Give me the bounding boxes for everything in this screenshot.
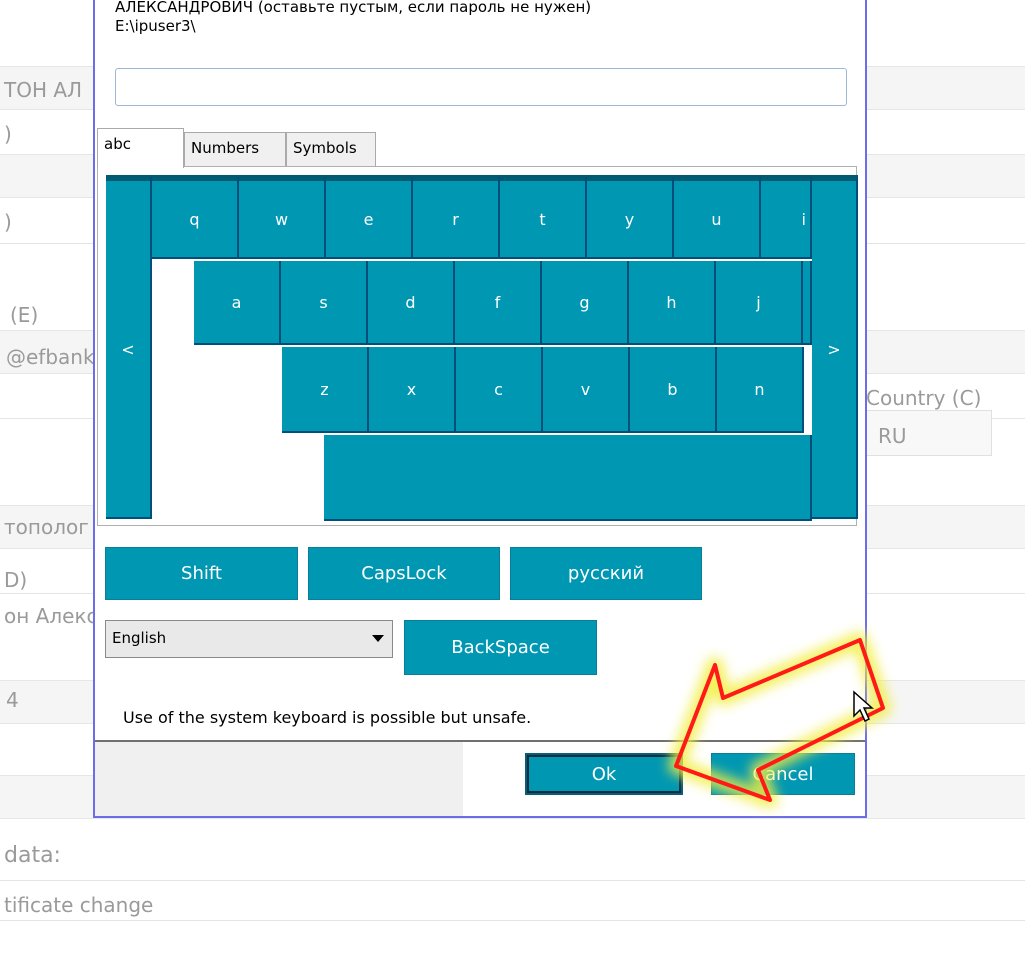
mouse-cursor-icon xyxy=(853,690,874,723)
divider xyxy=(0,920,1025,921)
prompt-line-1: АЛЕКСАНДРОВИЧ (оставьте пустым, если пар… xyxy=(115,0,592,16)
divider xyxy=(0,880,1025,881)
bg-field-label: ) xyxy=(4,210,12,234)
key-n[interactable]: n xyxy=(717,347,804,433)
tab-abc[interactable]: abc xyxy=(97,128,184,168)
tab-symbols[interactable]: Symbols xyxy=(286,132,376,168)
capslock-button[interactable]: CapsLock xyxy=(308,547,500,600)
key-z[interactable]: z xyxy=(282,347,369,433)
bg-field-value: он Алекс xyxy=(4,604,98,628)
chevron-down-icon xyxy=(372,635,384,642)
password-prompt: АЛЕКСАНДРОВИЧ (оставьте пустым, если пар… xyxy=(115,0,591,36)
virtual-keyboard-dialog: АЛЕКСАНДРОВИЧ (оставьте пустым, если пар… xyxy=(93,0,867,818)
backspace-button[interactable]: BackSpace xyxy=(404,620,597,675)
key-f[interactable]: f xyxy=(455,261,542,345)
key-v[interactable]: v xyxy=(543,347,630,433)
key-h[interactable]: h xyxy=(629,261,716,345)
system-keyboard-warning: Use of the system keyboard is possible b… xyxy=(123,708,532,727)
bg-field-value: tificate change xyxy=(4,893,154,917)
shift-button[interactable]: Shift xyxy=(105,547,298,600)
keyboard-panel: < > q w e r t y u i a s d f g h j z x c … xyxy=(97,166,858,526)
key-r[interactable]: r xyxy=(413,175,500,259)
key-d[interactable]: d xyxy=(368,261,455,345)
bg-field-value: тополог xyxy=(4,515,89,539)
country-label: Country (C) xyxy=(866,386,982,410)
key-x[interactable]: x xyxy=(369,347,456,433)
prompt-line-2: E:\ipuser3\ xyxy=(115,17,196,35)
bg-field-value: ТОН АЛ xyxy=(4,78,83,102)
password-input[interactable] xyxy=(115,68,847,106)
key-g[interactable]: g xyxy=(542,261,629,345)
tab-numbers[interactable]: Numbers xyxy=(184,132,286,168)
space-key[interactable] xyxy=(324,435,812,521)
key-j[interactable]: j xyxy=(716,261,803,345)
key-partial[interactable] xyxy=(803,261,812,345)
keyboard-right-arrow-key[interactable]: > xyxy=(812,175,858,519)
key-c[interactable]: c xyxy=(456,347,543,433)
language-select[interactable]: English xyxy=(105,620,393,658)
key-u[interactable]: u xyxy=(674,175,761,259)
ok-button[interactable]: Ok xyxy=(525,753,683,795)
russian-layout-button[interactable]: русский xyxy=(510,547,702,600)
bg-section-label: data: xyxy=(4,843,61,868)
key-q[interactable]: q xyxy=(152,175,239,259)
key-y[interactable]: y xyxy=(587,175,674,259)
language-select-value: English xyxy=(112,629,167,647)
key-s[interactable]: s xyxy=(281,261,368,345)
key-a[interactable]: a xyxy=(194,261,281,345)
bg-field-label: D) xyxy=(4,568,28,592)
bg-field-label: ) xyxy=(4,122,12,146)
bg-field-value: 4 xyxy=(6,688,19,712)
key-b[interactable]: b xyxy=(630,347,717,433)
bg-field-label: (E) xyxy=(10,303,39,327)
country-value: RU xyxy=(878,424,907,448)
key-t[interactable]: t xyxy=(500,175,587,259)
key-i[interactable]: i xyxy=(761,175,812,259)
keyboard-left-arrow-key[interactable]: < xyxy=(106,175,152,519)
key-w[interactable]: w xyxy=(239,175,326,259)
cancel-button[interactable]: Cancel xyxy=(711,753,855,795)
key-e[interactable]: e xyxy=(326,175,413,259)
bg-field-value: @efbank xyxy=(6,345,95,369)
